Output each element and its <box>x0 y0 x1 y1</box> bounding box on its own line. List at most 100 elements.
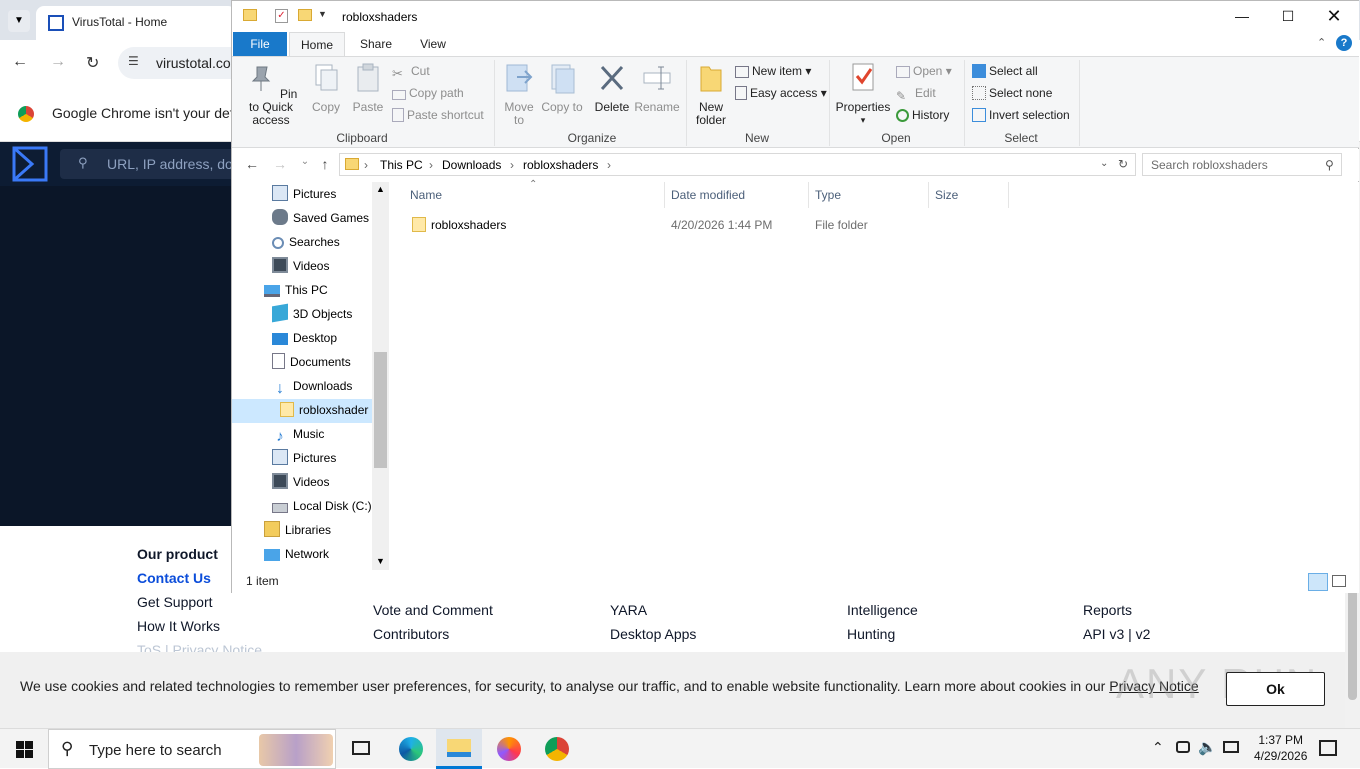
edge-taskbar-button[interactable] <box>388 729 434 769</box>
column-type[interactable]: Type <box>815 188 841 202</box>
task-view-button[interactable] <box>338 729 384 769</box>
tab-search-button[interactable]: ▼ <box>8 10 30 32</box>
nav-item-searches[interactable]: Searches <box>272 230 340 254</box>
browser-tab[interactable]: VirusTotal - Home <box>36 6 236 40</box>
select-all-button[interactable]: Select all <box>972 61 1038 81</box>
delete-button[interactable]: Delete <box>591 61 633 114</box>
maximize-button[interactable]: ☐ <box>1265 1 1311 32</box>
nav-item-videos-pc[interactable]: Videos <box>272 470 329 494</box>
column-divider[interactable] <box>664 182 665 208</box>
column-divider[interactable] <box>1008 182 1009 208</box>
tab-view[interactable]: View <box>408 32 458 56</box>
copy-to-button[interactable]: Copy to <box>541 61 583 114</box>
forward-button[interactable]: → <box>50 53 66 71</box>
paste-shortcut-button[interactable]: Paste shortcut <box>392 105 484 125</box>
breadcrumb-this-pc[interactable]: This PC <box>380 158 423 172</box>
column-divider[interactable] <box>928 182 929 208</box>
history-button[interactable]: History <box>896 105 949 125</box>
cut-button[interactable]: ✂ Cut <box>392 61 430 81</box>
footer-link[interactable]: How It Works <box>137 614 262 638</box>
nav-item-robloxshaders[interactable]: robloxshader <box>280 398 368 422</box>
chrome-taskbar-button[interactable] <box>534 729 580 769</box>
breadcrumb-robloxshaders[interactable]: robloxshaders <box>523 158 598 172</box>
address-dropdown-icon[interactable]: ⌄ <box>1100 158 1108 169</box>
qat-new-folder-icon[interactable] <box>298 9 312 21</box>
edit-button[interactable]: ✎ Edit <box>896 83 936 103</box>
large-icons-view-icon[interactable] <box>1332 575 1346 587</box>
nav-scrollbar-thumb[interactable] <box>374 352 387 468</box>
footer-link[interactable]: Desktop Apps <box>610 622 734 646</box>
footer-link[interactable]: YARA <box>610 598 734 622</box>
new-item-button[interactable]: New item ▾ <box>735 61 811 81</box>
footer-link[interactable]: Hunting <box>847 622 918 646</box>
back-button[interactable]: ← <box>12 53 28 71</box>
explorer-taskbar-button[interactable] <box>436 729 482 769</box>
rename-button[interactable]: Rename <box>633 61 681 114</box>
nav-item-3d-objects[interactable]: 3D Objects <box>272 302 352 326</box>
nav-item-libraries[interactable]: Libraries <box>264 518 331 542</box>
nav-item-this-pc[interactable]: This PC <box>264 278 328 302</box>
qat-dropdown-icon[interactable]: ▼ <box>318 9 327 19</box>
firefox-taskbar-button[interactable] <box>486 729 532 769</box>
refresh-icon[interactable]: ↻ <box>1118 157 1128 171</box>
network-tray-icon[interactable] <box>1223 741 1239 753</box>
properties-button[interactable]: Properties ▾ <box>835 61 891 127</box>
details-view-icon[interactable] <box>1308 573 1328 591</box>
nav-item-pictures[interactable]: Pictures <box>272 182 336 206</box>
column-name[interactable]: Name <box>410 188 442 202</box>
back-arrow-icon[interactable]: ← <box>242 156 262 174</box>
start-button[interactable] <box>0 729 48 769</box>
column-divider[interactable] <box>808 182 809 208</box>
scroll-up-icon[interactable]: ▲ <box>376 184 385 194</box>
explorer-search-input[interactable]: Search robloxshaders ⚲ <box>1142 153 1342 176</box>
paste-button[interactable]: Paste <box>349 61 387 114</box>
copy-path-button[interactable]: Copy path <box>392 83 464 103</box>
pin-quick-access-button[interactable]: Pin to Quick access <box>238 61 304 127</box>
nav-item-desktop[interactable]: Desktop <box>272 326 337 350</box>
tab-file[interactable]: File <box>233 32 287 56</box>
easy-access-button[interactable]: Easy access ▾ <box>735 83 827 103</box>
taskbar-search-input[interactable]: ⚲ Type here to search <box>48 729 336 769</box>
address-box[interactable]: › This PC › Downloads › robloxshaders › … <box>339 153 1136 176</box>
help-icon[interactable]: ? <box>1336 35 1352 51</box>
copy-button[interactable]: Copy <box>307 61 345 114</box>
new-folder-button[interactable]: New folder <box>690 61 732 127</box>
reload-button[interactable]: ↻ <box>86 53 99 73</box>
nav-item-videos[interactable]: Videos <box>272 254 329 278</box>
ribbon-collapse-icon[interactable]: ⌃ <box>1317 36 1326 49</box>
nav-item-network[interactable]: Network <box>264 542 329 566</box>
footer-link[interactable]: Reports <box>1083 598 1151 622</box>
volume-icon[interactable]: 🔈 <box>1198 738 1217 756</box>
footer-link[interactable]: Contributors <box>373 622 493 646</box>
nav-item-saved-games[interactable]: Saved Games <box>272 206 369 230</box>
footer-link[interactable]: Get Support <box>137 590 262 614</box>
nav-item-local-disk[interactable]: Local Disk (C:) <box>272 494 372 518</box>
tab-share[interactable]: Share <box>350 32 402 56</box>
notifications-icon[interactable] <box>1319 740 1337 756</box>
invert-selection-button[interactable]: Invert selection <box>972 105 1070 125</box>
tab-home[interactable]: Home <box>289 32 345 56</box>
table-row[interactable]: robloxshaders 4/20/2026 1:44 PM File fol… <box>404 212 1004 236</box>
nav-item-documents[interactable]: Documents <box>272 350 351 374</box>
column-size[interactable]: Size <box>935 188 958 202</box>
open-button[interactable]: Open ▾ <box>896 61 952 81</box>
close-button[interactable]: ✕ <box>1311 1 1357 32</box>
move-to-button[interactable]: Move to <box>498 61 540 127</box>
qat-properties-icon[interactable]: ✓ <box>275 9 288 23</box>
minimize-button[interactable]: — <box>1219 1 1265 32</box>
cookie-ok-button[interactable]: Ok <box>1226 672 1325 706</box>
select-none-button[interactable]: Select none <box>972 83 1052 103</box>
forward-arrow-icon[interactable]: → <box>270 156 290 174</box>
nav-item-downloads[interactable]: ↓ Downloads <box>272 374 352 398</box>
up-arrow-icon[interactable]: ↑ <box>315 156 335 174</box>
nav-item-pictures-pc[interactable]: Pictures <box>272 446 336 470</box>
taskbar-clock[interactable]: 1:37 PM 4/29/2026 <box>1254 732 1307 764</box>
column-date-modified[interactable]: Date modified <box>671 188 745 202</box>
meet-now-icon[interactable] <box>1176 741 1190 753</box>
recent-locations-icon[interactable]: ⌄ <box>295 156 315 174</box>
footer-link[interactable]: Intelligence <box>847 598 918 622</box>
vt-search-input[interactable]: ⚲ URL, IP address, dom <box>60 149 260 179</box>
tray-overflow-icon[interactable]: ⌃ <box>1152 739 1164 756</box>
footer-link[interactable]: Vote and Comment <box>373 598 493 622</box>
breadcrumb-downloads[interactable]: Downloads <box>442 158 501 172</box>
